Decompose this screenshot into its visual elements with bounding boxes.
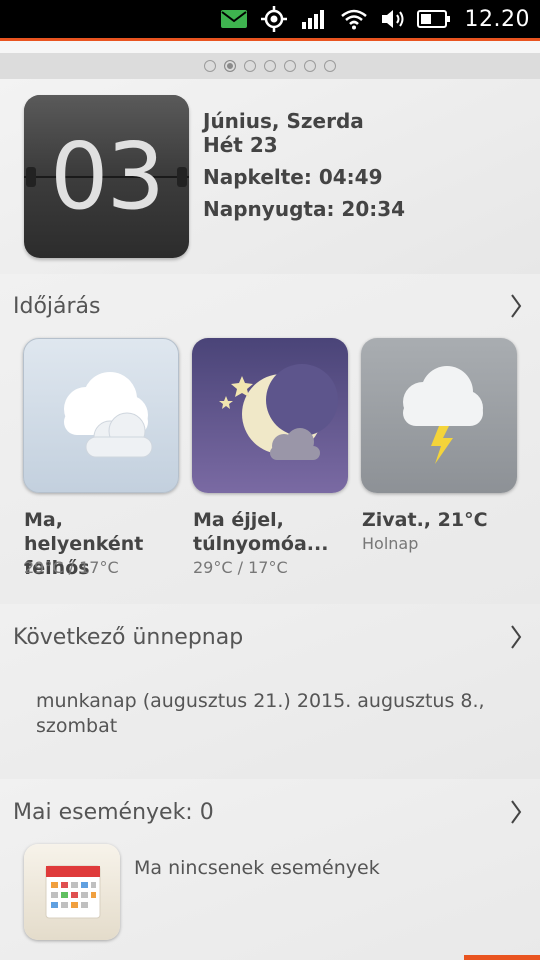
page-dot[interactable] xyxy=(264,60,276,72)
page-dot[interactable] xyxy=(324,60,336,72)
date-line: Június, Szerda xyxy=(203,109,364,133)
weather-temp-today: 29°C / 17°C xyxy=(24,558,119,577)
calendar-icon xyxy=(45,865,101,919)
status-bar: 12.20 xyxy=(0,0,540,38)
calendar-app-icon[interactable] xyxy=(24,844,120,940)
weather-day-tomorrow: Holnap xyxy=(362,534,419,553)
location-icon xyxy=(257,0,291,38)
page-dot-active[interactable] xyxy=(224,60,236,72)
date-section: 03 Június, Szerda Hét 23 Napkelte: 04:49… xyxy=(0,79,540,274)
holiday-text: munkanap (augusztus 21.) 2015. augusztus… xyxy=(36,690,485,737)
day-flip-clock: 03 xyxy=(24,95,189,258)
weather-header[interactable]: Időjárás xyxy=(0,275,540,337)
wifi-icon xyxy=(337,0,371,38)
events-header[interactable]: Mai események: 0 xyxy=(0,781,540,843)
volume-icon xyxy=(377,0,411,38)
weather-label-tomorrow: Zivat., 21°C xyxy=(362,509,488,531)
chevron-right-icon[interactable] xyxy=(510,624,522,656)
chevron-right-icon[interactable] xyxy=(510,799,522,831)
status-time: 12.20 xyxy=(464,6,530,32)
night-cloudy-icon xyxy=(219,364,338,460)
holiday-header[interactable]: Következő ünnepnap xyxy=(0,606,540,668)
weather-temp-tonight: 29°C / 17°C xyxy=(193,558,288,577)
weather-label-tonight: Ma éjjel, túlnyomóa... xyxy=(193,509,329,555)
events-empty-text: Ma nincsenek események xyxy=(134,857,380,879)
day-number: 03 xyxy=(49,123,165,230)
page-dot[interactable] xyxy=(284,60,296,72)
page-dot[interactable] xyxy=(244,60,256,72)
sunset-line: Napnyugta: 20:34 xyxy=(203,197,406,221)
thunderstorm-icon xyxy=(403,366,483,464)
signal-icon xyxy=(297,0,331,38)
page-dot[interactable] xyxy=(304,60,316,72)
bottom-edge-indicator[interactable] xyxy=(464,955,540,960)
weather-title: Időjárás xyxy=(13,293,101,319)
weather-tile-tonight[interactable] xyxy=(192,338,348,493)
date-info: Június, Szerda Hét 23 Napkelte: 04:49 Na… xyxy=(203,109,405,221)
cloudy-icon xyxy=(64,372,153,458)
events-title: Mai események: 0 xyxy=(13,799,214,825)
chevron-right-icon[interactable] xyxy=(510,293,522,325)
page-indicator[interactable] xyxy=(0,53,540,79)
week-line: Hét 23 xyxy=(203,133,278,157)
battery-icon xyxy=(416,0,451,38)
sunrise-line: Napkelte: 04:49 xyxy=(203,165,383,189)
page-dot[interactable] xyxy=(204,60,216,72)
message-icon xyxy=(217,0,251,38)
top-gap xyxy=(0,41,540,53)
weather-tile-today[interactable] xyxy=(23,338,179,493)
holiday-title: Következő ünnepnap xyxy=(13,624,244,650)
weather-tile-tomorrow[interactable] xyxy=(361,338,517,493)
